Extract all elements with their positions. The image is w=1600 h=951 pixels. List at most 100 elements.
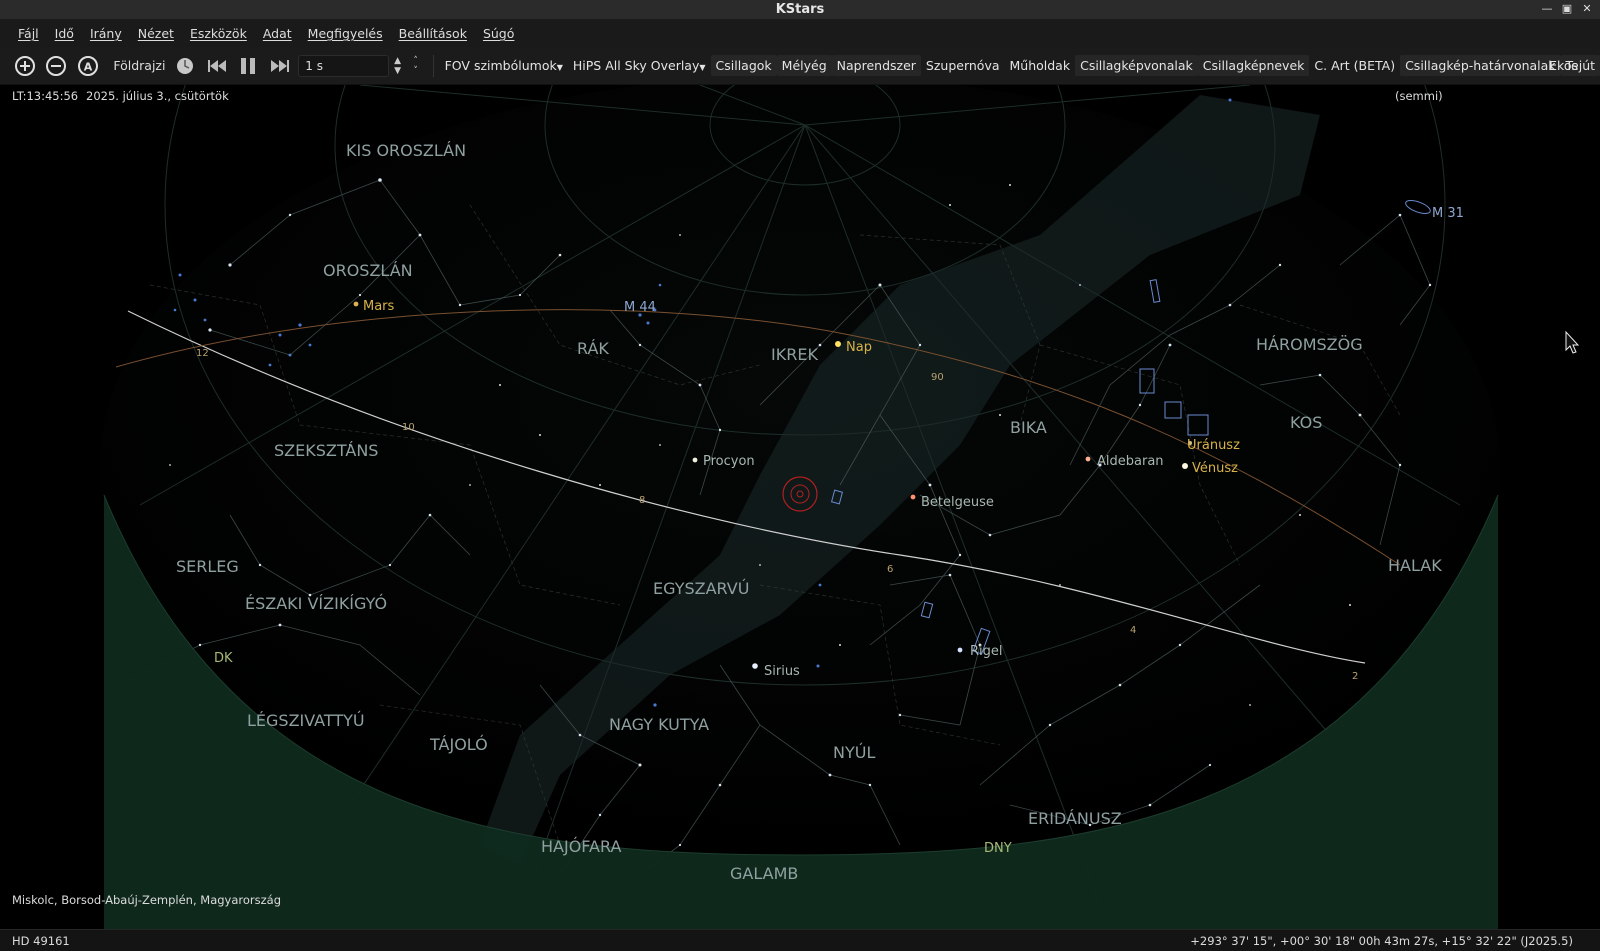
star-label-aldebaran: Aldebaran — [1097, 454, 1164, 469]
hovered-object: HD 49161 — [12, 934, 70, 948]
constellation-label: NYÚL — [833, 743, 875, 762]
projection-toggle[interactable]: Földrajzi — [106, 54, 172, 77]
toggle-solar-system[interactable]: Naprendszer — [831, 55, 921, 76]
focus-object: (semmi) — [1395, 89, 1443, 103]
dso-label-m44: M 44 — [624, 300, 656, 315]
menu-file[interactable]: Fájl — [12, 23, 45, 44]
local-time: LT:13:45:56 — [12, 89, 79, 103]
toggle-constellation-lines[interactable]: Csillagképvonalak — [1075, 55, 1198, 76]
time-unit-spinner[interactable]: ˄ ˅ — [409, 56, 423, 76]
planet-label-venus: Vénusz — [1192, 461, 1238, 476]
constellation-label: HAJÓFARA — [541, 837, 621, 856]
constellation-label: NAGY KUTYA — [609, 715, 709, 734]
menu-data[interactable]: Adat — [257, 23, 298, 44]
svg-text:A: A — [83, 60, 92, 73]
direction-label-sw: DNY — [984, 841, 1012, 856]
default-zoom-icon: A — [77, 55, 98, 76]
sky-map[interactable]: KIS OROSZLÁN OROSZLÁN RÁK IKREK SZEKSZTÁ… — [0, 85, 1600, 929]
location-label: Miskolc, Borsod-Abaúj-Zemplén, Magyarors… — [12, 893, 282, 907]
menu-tools[interactable]: Eszközök — [184, 23, 253, 44]
close-icon[interactable]: ✕ — [1580, 2, 1594, 16]
constellation-label: SERLEG — [176, 557, 239, 576]
dropdown-arrow-icon: ▼ — [699, 63, 706, 72]
step-forward-button[interactable] — [267, 53, 292, 79]
chevron-down-icon[interactable]: ˅ — [409, 66, 423, 76]
menu-settings[interactable]: Beállítások — [393, 23, 473, 44]
constellation-label: OROSZLÁN — [323, 261, 413, 280]
constellation-label: GALAMB — [730, 864, 798, 883]
tick-label: 8 — [639, 495, 645, 506]
zoom-out-icon — [46, 55, 67, 76]
constellation-label: IKREK — [771, 345, 818, 364]
planet-label-uranus: Uránusz — [1187, 438, 1240, 453]
planet-mars[interactable] — [353, 301, 359, 307]
skip-back-icon — [207, 59, 226, 72]
constellation-label: KOS — [1290, 413, 1322, 432]
constellation-label: BIKA — [1010, 418, 1047, 437]
constellation-label: ÉSZAKI VÍZIKÍGYÓ — [245, 594, 387, 613]
chevron-up-icon[interactable]: ▲ — [391, 56, 405, 66]
star-aldebaran[interactable] — [1085, 456, 1091, 462]
menu-help[interactable]: Súgó — [477, 23, 520, 44]
time-step-field[interactable]: 1 s — [298, 54, 389, 77]
star-betelgeuse[interactable] — [910, 494, 916, 500]
star-sirius[interactable] — [752, 663, 758, 669]
toggle-satellites[interactable]: Műholdak — [1005, 55, 1076, 76]
planet-label-mars: Mars — [363, 299, 395, 314]
window-controls: — ▣ ✕ — [1540, 2, 1594, 16]
chevron-down-icon[interactable]: ▼ — [391, 66, 405, 76]
planet-venus[interactable] — [1182, 463, 1188, 469]
star-rigel[interactable] — [957, 647, 963, 653]
toggle-stars[interactable]: Csillagok — [710, 55, 777, 76]
dso-label-m31: M 31 — [1432, 206, 1464, 221]
time-step-spinner[interactable]: ▲ ▼ — [391, 56, 405, 76]
status-bar: HD 49161 +293° 37' 15", +00° 30' 18" 00h… — [0, 929, 1600, 951]
star-label-betelgeuse: Betelgeuse — [921, 495, 994, 510]
toggle-constellation-names[interactable]: Csillagképnevek — [1197, 55, 1310, 76]
chevron-up-icon[interactable]: ˄ — [409, 56, 423, 66]
constellation-label: KIS OROSZLÁN — [346, 141, 466, 160]
menu-observation[interactable]: Megfigyelés — [302, 23, 389, 44]
star-procyon[interactable] — [692, 457, 698, 463]
mouse-cursor-icon — [1565, 330, 1580, 354]
step-back-button[interactable] — [204, 53, 229, 79]
tick-label: 12 — [196, 348, 209, 359]
toolbar-separator — [432, 54, 434, 77]
star-label-rigel: Rigel — [970, 644, 1003, 659]
constellation-label: SZEKSZTÁNS — [274, 441, 378, 460]
window-title: KStars — [775, 2, 825, 17]
toggle-supernovae[interactable]: Szupernóva — [921, 55, 1005, 76]
pause-button[interactable] — [235, 53, 260, 79]
sky-canvas[interactable]: KIS OROSZLÁN OROSZLÁN RÁK IKREK SZEKSZTÁ… — [0, 85, 1600, 929]
fov-symbols-dropdown[interactable]: FOV szimbólumok▼ — [440, 55, 568, 76]
zoom-out-button[interactable] — [43, 53, 68, 79]
constellation-label: TÁJOLÓ — [429, 735, 488, 754]
menu-view[interactable]: Nézet — [132, 23, 180, 44]
constellation-label: HÁROMSZÖG — [1256, 335, 1363, 354]
constellation-label: HALAK — [1388, 556, 1442, 575]
zoom-in-button[interactable] — [12, 53, 37, 79]
toolbar: A Földrajzi 1 s ▲ ▼ ˄ ˅ FOV szimbólumok▼… — [0, 47, 1600, 85]
constellation-label: ERIDÁNUSZ — [1028, 809, 1122, 828]
menu-pointing[interactable]: Irány — [84, 23, 128, 44]
hips-overlay-label: HiPS All Sky Overlay — [572, 58, 700, 73]
clock-icon — [177, 57, 194, 74]
toggle-constellation-bounds[interactable]: Csillagkép-határvonalak — [1400, 55, 1561, 76]
maximize-icon[interactable]: ▣ — [1560, 2, 1574, 16]
planet-sun[interactable] — [835, 341, 841, 347]
menu-time[interactable]: Idő — [49, 23, 80, 44]
minimize-icon[interactable]: — — [1540, 2, 1554, 16]
toggle-deep-sky[interactable]: Mélyég — [776, 55, 832, 76]
cursor-coordinates: +293° 37' 15", +00° 30' 18" 00h 43m 27s,… — [1190, 934, 1573, 948]
constellation-label: EGYSZARVÚ — [653, 579, 749, 598]
realtime-clock-button[interactable] — [172, 53, 197, 79]
constellation-label: RÁK — [577, 339, 609, 358]
hips-overlay-dropdown[interactable]: HiPS All Sky Overlay▼ — [568, 55, 711, 76]
tick-label: 2 — [1352, 671, 1358, 682]
default-zoom-button[interactable]: A — [75, 53, 100, 79]
ekos-button[interactable]: Ekos — [1549, 58, 1578, 73]
dso-m31-symbol[interactable] — [1404, 198, 1432, 216]
tick-label: 10 — [402, 422, 415, 433]
toggle-constellation-art[interactable]: C. Art (BETA) — [1309, 55, 1400, 76]
menu-bar: Fájl Idő Irány Nézet Eszközök Adat Megfi… — [0, 20, 1600, 47]
